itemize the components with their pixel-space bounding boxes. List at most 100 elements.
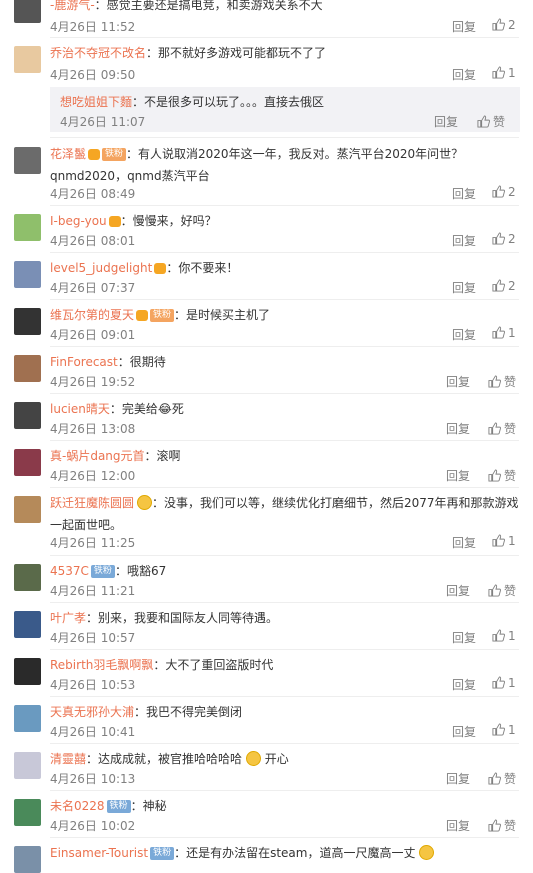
comment-author-link[interactable]: 真-蜗片dang元首 [50,449,145,463]
like-button[interactable]: 1 [492,676,516,690]
fan-badge: 铁粉 [150,847,175,860]
avatar[interactable] [14,402,41,429]
vip-badge-icon [88,149,101,160]
comment-author-link[interactable]: FinForecast [50,355,118,369]
laugh-emoji-icon [245,751,261,766]
vip-badge-icon [154,263,167,274]
reply-button[interactable]: 回复 [446,373,470,390]
comment-text: ：还是有办法留在steam，道高一尺魔高一丈 [174,846,416,860]
like-button[interactable]: 赞 [488,770,516,787]
like-button[interactable]: 赞 [488,373,516,390]
avatar[interactable] [14,0,41,23]
avatar[interactable] [14,46,41,73]
avatar[interactable] [14,658,41,685]
divider [50,205,519,206]
comment-author-link[interactable]: 乔治不夺冠不改名 [50,46,146,60]
avatar[interactable] [14,449,41,476]
thumbs-up-icon [492,676,505,689]
comment-author-link[interactable]: 清靈囍 [50,752,86,766]
comment-time: 4月26日 10:13 [50,772,136,786]
comment-text: ：你不要来！ [166,261,239,275]
reply-button[interactable]: 回复 [452,723,476,740]
reply-button[interactable]: 回复 [452,534,476,551]
avatar[interactable] [14,752,41,779]
like-button[interactable]: 1 [492,534,516,548]
avatar[interactable] [14,846,41,873]
like-button[interactable]: 2 [492,185,516,199]
like-button[interactable]: 赞 [488,467,516,484]
divider [50,602,519,603]
like-button[interactable]: 2 [492,18,516,32]
comment-time: 4月26日 10:41 [50,725,136,739]
avatar[interactable] [14,611,41,638]
reply-button[interactable]: 回复 [452,18,476,35]
reply-button[interactable]: 回复 [452,629,476,646]
like-button[interactable]: 1 [492,326,516,340]
comment-author-link[interactable]: 叶广孝 [50,611,86,625]
comment-author-link[interactable]: I-beg-you [50,214,107,228]
comment-author-link[interactable]: 未名0228 [50,799,105,813]
avatar[interactable] [14,355,41,382]
like-button[interactable]: 2 [492,279,516,293]
thumbs-up-icon [492,723,505,736]
comment-author-link[interactable]: 想吃姐姐下麵 [60,95,132,109]
comment-author-link[interactable]: Einsamer-Tourist [50,846,148,860]
reply-button[interactable]: 回复 [452,232,476,249]
vip-badge-icon [136,310,149,321]
divider [50,252,519,253]
avatar[interactable] [14,799,41,826]
comment-author-link[interactable]: Rebirth羽毛飘啊飘 [50,658,153,672]
comment-text: -鹿游气-：感觉主要还是搞电竞，和卖游戏关系不大 [50,0,323,12]
like-button[interactable]: 赞 [488,420,516,437]
comment-text: ：神秘 [130,799,167,813]
avatar[interactable] [14,705,41,732]
comment-author-link[interactable]: 跃迁狂魔陈圆圆 [50,496,134,510]
thumbs-up-icon [477,115,490,128]
like-button[interactable]: 1 [492,723,516,737]
comment-author-link[interactable]: -鹿游气- [50,0,95,12]
like-button[interactable]: 赞 [477,113,505,130]
comment-author-link[interactable]: level5_judgelight [50,261,152,275]
divider [50,649,519,650]
thumbs-up-icon [488,772,501,785]
avatar[interactable] [14,214,41,241]
thumbs-up-icon [488,819,501,832]
reply-button[interactable]: 回复 [446,770,470,787]
thumbs-up-icon [492,279,505,292]
avatar[interactable] [14,147,41,174]
comment-author-link[interactable]: 花泽鬣 [50,147,86,161]
reply-button[interactable]: 回复 [452,279,476,296]
avatar[interactable] [14,261,41,288]
reply-button[interactable]: 回复 [446,420,470,437]
comment-author-link[interactable]: 4537C [50,564,89,578]
reply-button[interactable]: 回复 [452,185,476,202]
avatar[interactable] [14,496,41,523]
comment-text: ：完美给😂死 [109,402,184,416]
reply-button[interactable]: 回复 [434,113,458,130]
divider [50,487,519,488]
cat-emoji-icon [419,845,435,860]
like-button[interactable]: 赞 [488,817,516,834]
comment-author-link[interactable]: 维瓦尔第的夏天 [50,308,134,322]
comment-time: 4月26日 11:25 [50,536,136,550]
comment-text: ：是时候买主机了 [174,308,271,322]
reply-button[interactable]: 回复 [452,676,476,693]
comment-time: 4月26日 08:01 [50,234,136,248]
comment-author-link[interactable]: lucien晴天 [50,402,110,416]
reply-button[interactable]: 回复 [446,467,470,484]
comment-time: 4月26日 10:02 [50,819,136,833]
like-button[interactable]: 1 [492,66,516,80]
avatar[interactable] [14,564,41,591]
fan-badge: 铁粉 [150,309,175,322]
avatar[interactable] [14,308,41,335]
like-button[interactable]: 1 [492,629,516,643]
reply-button[interactable]: 回复 [446,817,470,834]
reply-button[interactable]: 回复 [452,326,476,343]
comment-author-link[interactable]: 天真无邪孙大浦 [50,705,134,719]
divider [50,790,519,791]
like-button[interactable]: 2 [492,232,516,246]
divider [50,37,519,38]
reply-button[interactable]: 回复 [446,582,470,599]
like-button[interactable]: 赞 [488,582,516,599]
reply-button[interactable]: 回复 [452,66,476,83]
